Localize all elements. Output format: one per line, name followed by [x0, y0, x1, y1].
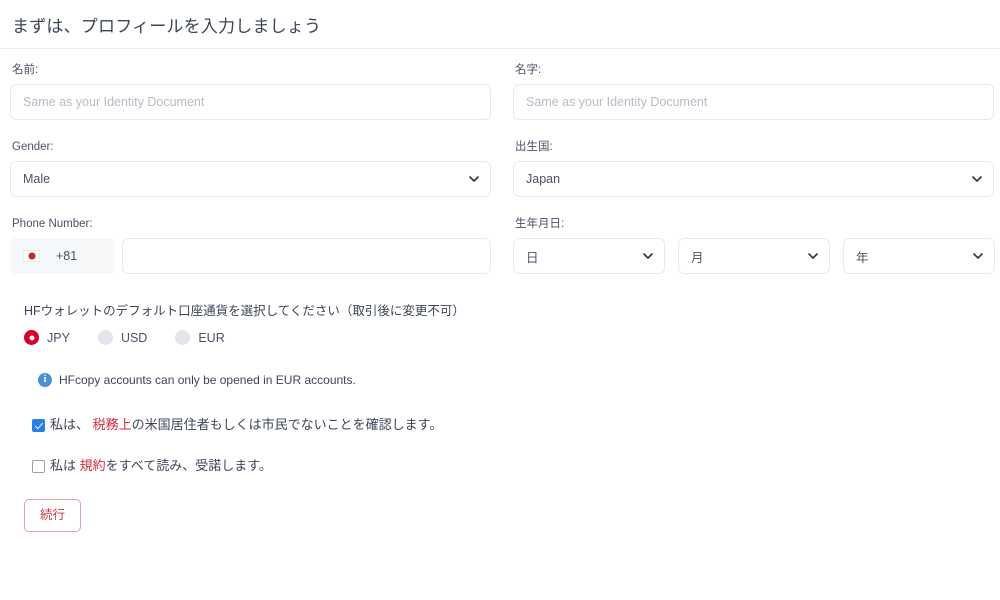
continue-button[interactable]: 続行: [24, 499, 81, 532]
phone-label: Phone Number:: [12, 217, 491, 231]
dob-year-value: 年: [856, 247, 869, 266]
currency-option-label: USD: [121, 331, 147, 345]
dob-day-value: 日: [526, 247, 539, 266]
tax-purposes-link[interactable]: 税務上: [93, 417, 132, 432]
country-of-birth-selected-value: Japan: [526, 172, 560, 186]
consent-us-tax-checkbox[interactable]: [32, 419, 45, 432]
radio-unselected-icon: [175, 330, 190, 345]
profile-form-page: まずは、プロフィールを入力しましょう 名前: Same as your Iden…: [0, 0, 1000, 600]
gender-selected-value: Male: [23, 172, 50, 186]
chevron-down-icon: [808, 251, 818, 261]
page-header: まずは、プロフィールを入力しましょう: [0, 0, 1000, 49]
consent-terms-agreement[interactable]: 私は 規約をすべて読み、受諾します。: [32, 458, 990, 474]
radio-selected-icon: [24, 330, 39, 345]
currency-option-label: EUR: [198, 331, 224, 345]
consent-us-tax-residency[interactable]: 私は、 税務上の米国居住者もしくは市民でないことを確認します。: [32, 417, 990, 433]
radio-unselected-icon: [98, 330, 113, 345]
country-of-birth-field-group: 出生国: Japan: [513, 140, 994, 197]
page-title: まずは、プロフィールを入力しましょう: [12, 12, 321, 37]
phone-input-wrapper: +81: [10, 238, 491, 274]
phone-field-group: Phone Number: +81: [10, 217, 491, 274]
currency-section-title: HFウォレットのデフォルト口座通貨を選択してください（取引後に変更不可）: [24, 300, 990, 319]
consent-us-tax-label: 私は、 税務上の米国居住者もしくは市民でないことを確認します。: [50, 417, 442, 433]
last-name-input[interactable]: Same as your Identity Document: [513, 84, 994, 120]
date-of-birth-field-group: 生年月日: 日 月 年: [513, 217, 994, 274]
date-of-birth-label: 生年月日:: [515, 217, 994, 231]
consent-suffix: の米国居住者もしくは市民でないことを確認します。: [132, 417, 443, 432]
currency-option-jpy[interactable]: JPY: [24, 330, 70, 345]
consent-prefix: 私は: [50, 458, 80, 473]
date-of-birth-selects: 日 月 年: [513, 238, 994, 274]
consent-suffix: をすべて読み、受諾します。: [106, 458, 272, 473]
country-code-selector[interactable]: +81: [10, 238, 114, 274]
consent-prefix: 私は、: [50, 417, 93, 432]
last-name-label: 名字:: [515, 63, 994, 77]
country-of-birth-label: 出生国:: [515, 140, 994, 154]
profile-form: 名前: Same as your Identity Document 名字: S…: [0, 49, 1000, 532]
last-name-field-group: 名字: Same as your Identity Document: [513, 63, 994, 120]
country-code-value: +81: [56, 249, 77, 263]
country-of-birth-select[interactable]: Japan: [513, 161, 994, 197]
currency-radio-group: JPY USD EUR: [24, 330, 990, 345]
gender-field-group: Gender: Male: [10, 140, 491, 197]
spacer: [10, 120, 990, 140]
dob-month-select[interactable]: 月: [678, 238, 830, 274]
first-name-placeholder: Same as your Identity Document: [23, 95, 204, 109]
consent-terms-label: 私は 規約をすべて読み、受諾します。: [50, 458, 272, 474]
chevron-down-icon: [469, 174, 479, 184]
hfcopy-info-note: i HFcopy accounts can only be opened in …: [38, 373, 990, 387]
currency-option-eur[interactable]: EUR: [175, 330, 224, 345]
submit-area: 続行: [24, 499, 990, 532]
chevron-down-icon: [972, 174, 982, 184]
chevron-down-icon: [973, 251, 983, 261]
dob-year-select[interactable]: 年: [843, 238, 995, 274]
first-name-input[interactable]: Same as your Identity Document: [10, 84, 491, 120]
name-row: 名前: Same as your Identity Document 名字: S…: [10, 63, 990, 120]
currency-option-usd[interactable]: USD: [98, 330, 147, 345]
consent-terms-checkbox[interactable]: [32, 460, 45, 473]
hfcopy-info-text: HFcopy accounts can only be opened in EU…: [59, 373, 356, 387]
gender-label: Gender:: [12, 140, 491, 154]
chevron-down-icon: [643, 251, 653, 261]
terms-link[interactable]: 規約: [80, 458, 106, 473]
flag-japan-icon: [23, 250, 40, 262]
phone-dob-row: Phone Number: +81 生年月日: 日: [10, 217, 990, 274]
first-name-label: 名前:: [12, 63, 491, 77]
last-name-placeholder: Same as your Identity Document: [526, 95, 707, 109]
gender-select[interactable]: Male: [10, 161, 491, 197]
info-icon: i: [38, 373, 52, 387]
currency-section: HFウォレットのデフォルト口座通貨を選択してください（取引後に変更不可） JPY…: [24, 300, 990, 345]
dob-day-select[interactable]: 日: [513, 238, 665, 274]
dob-month-value: 月: [691, 247, 704, 266]
spacer: [10, 197, 990, 217]
phone-number-input[interactable]: [122, 238, 491, 274]
first-name-field-group: 名前: Same as your Identity Document: [10, 63, 491, 120]
gender-country-row: Gender: Male 出生国: Japan: [10, 140, 990, 197]
currency-option-label: JPY: [47, 331, 70, 345]
